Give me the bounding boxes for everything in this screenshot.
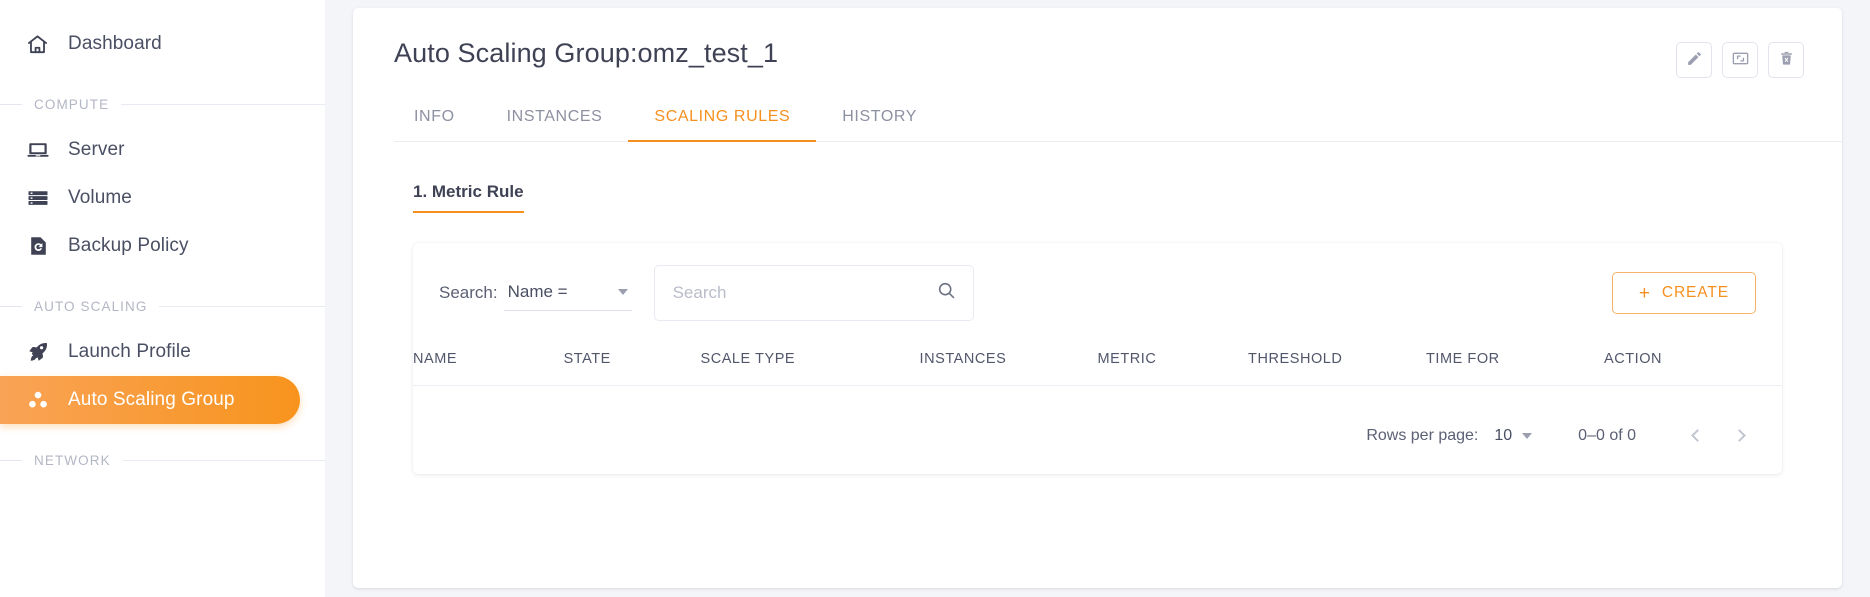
create-button[interactable]: + CREATE bbox=[1611, 272, 1756, 314]
divider-right bbox=[121, 103, 325, 105]
pencil-icon bbox=[1686, 50, 1703, 70]
divider-right bbox=[159, 305, 325, 307]
sidebar-section-auto-scaling: AUTO SCALING bbox=[0, 284, 325, 328]
main-content: Auto Scaling Group:omz_test_1 INFO INSTA… bbox=[325, 0, 1870, 597]
page-title: Auto Scaling Group:omz_test_1 bbox=[394, 38, 779, 68]
column-header-time-for[interactable]: TIME FOR bbox=[1426, 341, 1604, 386]
rocket-icon bbox=[26, 340, 56, 364]
tab-bar: INFO INSTANCES SCALING RULES HISTORY bbox=[394, 102, 1842, 142]
sidebar-item-auto-scaling-group[interactable]: Auto Scaling Group bbox=[0, 376, 300, 424]
column-header-state[interactable]: STATE bbox=[563, 341, 701, 386]
next-page-button[interactable] bbox=[1722, 419, 1756, 453]
create-button-label: CREATE bbox=[1661, 284, 1729, 301]
sidebar-item-server[interactable]: Server bbox=[0, 126, 325, 174]
chevron-down-icon bbox=[1522, 432, 1533, 439]
table-header: NAME STATE SCALE TYPE INSTANCES METRIC T… bbox=[413, 341, 1782, 386]
sidebar-section-label: NETWORK bbox=[34, 452, 111, 468]
previous-page-button[interactable] bbox=[1680, 419, 1714, 453]
search-group: Search: Name = bbox=[439, 265, 974, 321]
sidebar-item-launch-profile[interactable]: Launch Profile bbox=[0, 328, 325, 376]
chevron-down-icon bbox=[617, 288, 628, 295]
sidebar-item-label: Launch Profile bbox=[68, 341, 191, 362]
backup-restore-icon bbox=[26, 234, 56, 258]
table-toolbar: Search: Name = Search + CREATE bbox=[413, 243, 1782, 341]
metric-rule-section: 1. Metric Rule bbox=[413, 182, 1804, 213]
sidebar-section-label: COMPUTE bbox=[34, 96, 110, 112]
sidebar-section-compute: COMPUTE bbox=[0, 82, 325, 126]
metric-rule-table: NAME STATE SCALE TYPE INSTANCES METRIC T… bbox=[413, 341, 1782, 404]
sidebar-item-label: Volume bbox=[68, 187, 132, 208]
divider-left bbox=[0, 103, 22, 105]
chevron-left-icon bbox=[1690, 429, 1704, 442]
sidebar-item-backup-policy[interactable]: Backup Policy bbox=[0, 222, 325, 270]
tab-info[interactable]: INFO bbox=[394, 102, 481, 141]
server-stack-icon bbox=[26, 186, 56, 210]
chevron-right-icon bbox=[1732, 429, 1746, 442]
rows-per-page-value: 10 bbox=[1494, 426, 1513, 444]
magnifier-icon[interactable] bbox=[936, 280, 957, 306]
table-header-row: NAME STATE SCALE TYPE INSTANCES METRIC T… bbox=[413, 341, 1782, 386]
divider-left bbox=[0, 459, 22, 461]
three-dots-group-icon bbox=[26, 388, 56, 412]
tab-instances[interactable]: INSTANCES bbox=[481, 102, 629, 141]
sidebar-item-dashboard[interactable]: Dashboard bbox=[0, 20, 325, 68]
metric-rule-panel: Search: Name = Search + CREATE NAME STAT… bbox=[413, 243, 1782, 474]
pagination-range: 0–0 of 0 bbox=[1578, 426, 1636, 444]
home-icon bbox=[26, 33, 56, 56]
search-box[interactable] bbox=[653, 265, 974, 321]
divider-left bbox=[0, 305, 22, 307]
delete-button[interactable] bbox=[1768, 42, 1804, 78]
sidebar-item-label: Server bbox=[68, 139, 125, 160]
divider-right bbox=[122, 459, 325, 461]
column-header-name[interactable]: NAME bbox=[413, 341, 564, 386]
section-title: 1. Metric Rule bbox=[413, 182, 524, 213]
sidebar-section-label: AUTO SCALING bbox=[34, 298, 148, 314]
column-header-metric[interactable]: METRIC bbox=[1097, 341, 1249, 386]
column-header-instances[interactable]: INSTANCES bbox=[919, 341, 1098, 386]
search-label: Search: bbox=[439, 283, 498, 302]
header-actions bbox=[1676, 38, 1804, 78]
column-header-action: ACTION bbox=[1603, 341, 1782, 386]
plus-icon: + bbox=[1638, 282, 1651, 304]
sidebar-item-label: Auto Scaling Group bbox=[68, 389, 235, 410]
edit-button[interactable] bbox=[1676, 42, 1712, 78]
sidebar-item-volume[interactable]: Volume bbox=[0, 174, 325, 222]
search-field-select[interactable]: Name = bbox=[503, 276, 632, 311]
search-field-value: Name = bbox=[507, 281, 568, 301]
column-header-threshold[interactable]: THRESHOLD bbox=[1248, 341, 1427, 386]
card-header: Auto Scaling Group:omz_test_1 bbox=[391, 38, 1804, 78]
pagination-bar: Rows per page: 10 0–0 of 0 bbox=[413, 404, 1782, 474]
detail-card: Auto Scaling Group:omz_test_1 INFO INSTA… bbox=[353, 8, 1842, 588]
tab-scaling-rules[interactable]: SCALING RULES bbox=[628, 102, 817, 142]
laptop-icon bbox=[26, 138, 56, 162]
table-empty-row bbox=[413, 386, 1782, 404]
resize-button[interactable] bbox=[1722, 42, 1758, 78]
column-header-scale-type[interactable]: SCALE TYPE bbox=[700, 341, 920, 386]
search-input[interactable] bbox=[672, 283, 936, 303]
tab-history[interactable]: HISTORY bbox=[816, 102, 943, 141]
trash-icon bbox=[1778, 50, 1795, 70]
table-body bbox=[413, 386, 1782, 404]
app-root: Dashboard COMPUTE Server Volume Backup P… bbox=[0, 0, 1870, 597]
resize-icon bbox=[1731, 49, 1750, 71]
rows-per-page-select[interactable]: 10 bbox=[1494, 426, 1533, 445]
sidebar-section-network: NETWORK bbox=[0, 438, 325, 482]
sidebar-item-label: Backup Policy bbox=[68, 235, 189, 256]
rows-per-page-label: Rows per page: bbox=[1366, 426, 1479, 444]
sidebar: Dashboard COMPUTE Server Volume Backup P… bbox=[0, 0, 325, 597]
sidebar-item-label: Dashboard bbox=[68, 33, 162, 54]
